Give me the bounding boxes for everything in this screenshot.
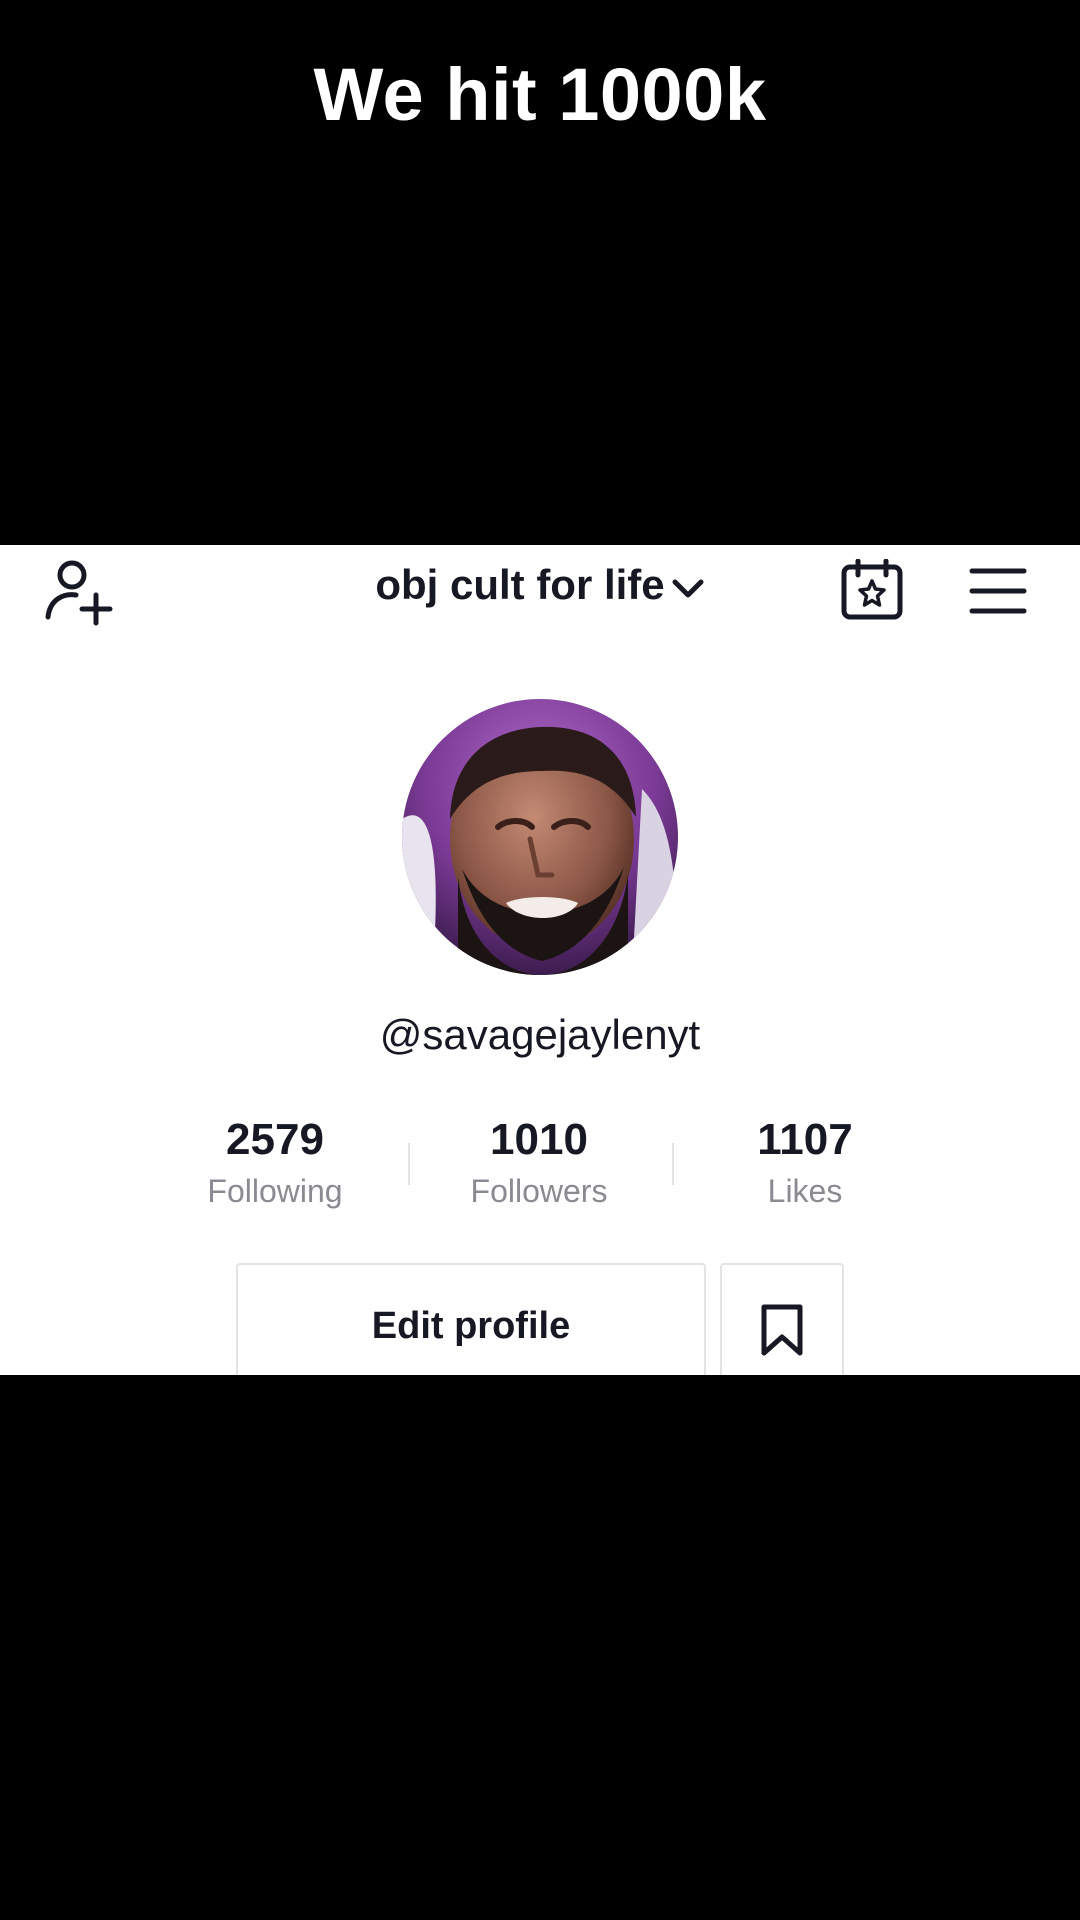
avatar-image	[402, 699, 678, 975]
stat-divider	[672, 1143, 674, 1185]
avatar[interactable]	[402, 699, 678, 975]
following-count: 2579	[226, 1115, 324, 1164]
stat-likes[interactable]: 1107 Likes	[705, 1115, 905, 1211]
account-switcher[interactable]: obj cult for life	[0, 561, 1080, 609]
stat-following[interactable]: 2579 Following	[175, 1115, 375, 1211]
edit-profile-button[interactable]: Edit profile	[236, 1263, 706, 1375]
chevron-down-icon	[672, 579, 704, 598]
video-frame: We hit 1000k obj cult for life @savageja…	[0, 0, 1080, 1920]
menu-icon[interactable]	[968, 565, 1028, 617]
favorites-button[interactable]	[720, 1263, 844, 1375]
profile-screen: obj cult for life @savagejaylenyt 2579 F…	[0, 545, 1080, 1375]
bookmark-icon	[761, 1304, 803, 1356]
followers-count: 1010	[490, 1115, 588, 1164]
likes-count: 1107	[757, 1115, 853, 1164]
stat-divider	[408, 1143, 410, 1185]
profile-top-bar: obj cult for life	[0, 545, 1080, 635]
following-label: Following	[207, 1173, 343, 1209]
stat-followers[interactable]: 1010 Followers	[439, 1115, 639, 1211]
followers-label: Followers	[470, 1173, 608, 1209]
username: @savagejaylenyt	[379, 1011, 701, 1058]
video-caption: We hit 1000k	[313, 53, 767, 136]
likes-label: Likes	[767, 1173, 843, 1209]
calendar-star-icon[interactable]	[840, 559, 904, 621]
account-name: obj cult for life	[375, 561, 665, 608]
